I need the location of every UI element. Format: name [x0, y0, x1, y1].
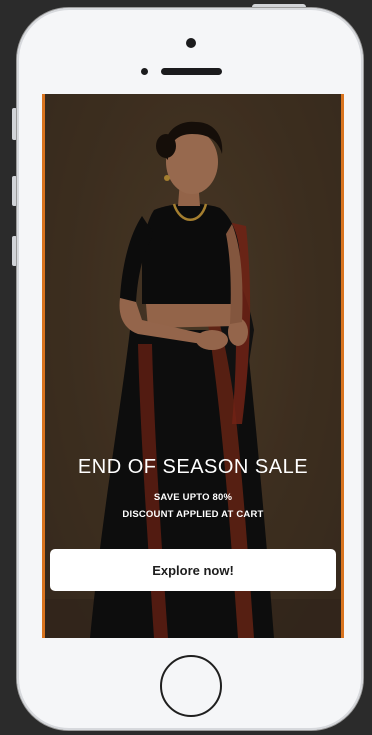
home-button-icon[interactable] — [160, 655, 222, 717]
screen-right-accent — [341, 94, 344, 638]
proximity-sensor — [141, 68, 148, 75]
device-mockup-stage: END OF SEASON SALE SAVE UPTO 80% DISCOUN… — [0, 0, 372, 735]
app-screen: END OF SEASON SALE SAVE UPTO 80% DISCOUN… — [42, 94, 344, 638]
promo-subtitle-line1: SAVE UPTO 80% — [153, 492, 233, 503]
screen-left-accent — [42, 94, 45, 638]
explore-now-button[interactable]: Explore now! — [50, 549, 336, 591]
earpiece-speaker — [161, 68, 222, 75]
promo-subtitle-line2: DISCOUNT APPLIED AT CART — [122, 509, 264, 520]
promo-title: END OF SEASON SALE — [77, 456, 309, 478]
camera-icon — [186, 38, 196, 48]
